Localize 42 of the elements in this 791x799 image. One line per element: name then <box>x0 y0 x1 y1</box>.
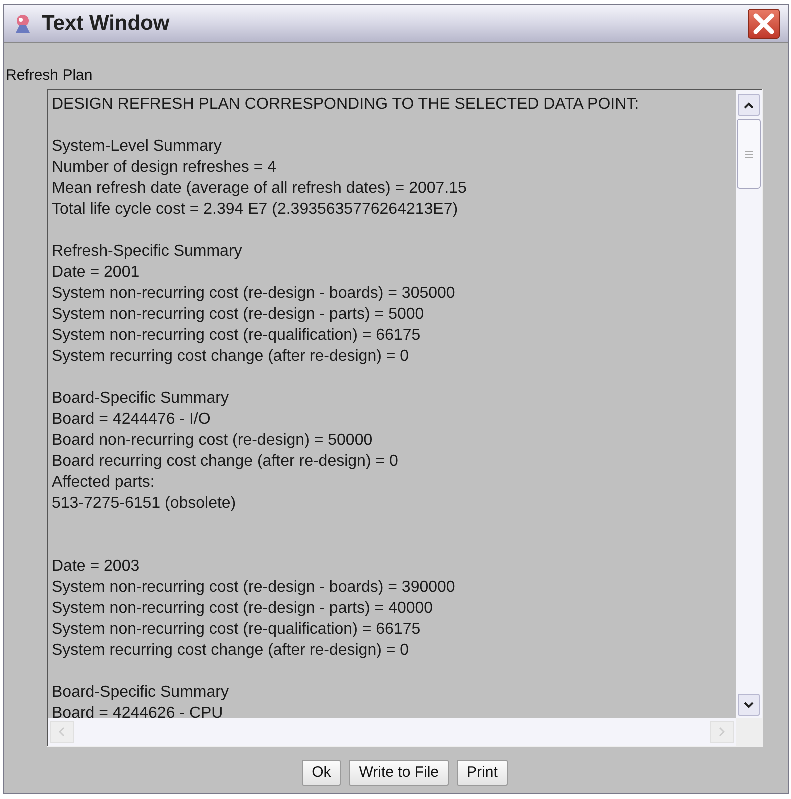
text-line: Refresh-Specific Summary <box>52 242 242 262</box>
horizontal-scrollbar[interactable] <box>48 718 736 746</box>
dialog-button[interactable]: Write to File <box>349 760 450 786</box>
chevron-right-icon <box>719 727 725 737</box>
vertical-scrollbar[interactable] <box>736 90 762 718</box>
text-line: System-Level Summary <box>52 137 222 157</box>
chevron-up-icon <box>744 102 754 108</box>
text-line: Date = 2003 <box>52 557 140 577</box>
text-line: Total life cycle cost = 2.394 E7 (2.3935635776264213E7) <box>52 200 458 220</box>
text-line: Date = 2001 <box>52 263 140 283</box>
text-line: Number of design refreshes = 4 <box>52 158 277 178</box>
close-button[interactable] <box>748 8 780 38</box>
text-line: Board non-recurring cost (re-design) = 50000 <box>52 431 373 451</box>
panel-label: Refresh Plan <box>5 67 94 85</box>
text-line: Board-Specific Summary <box>52 683 229 703</box>
scroll-up-button[interactable] <box>738 94 760 116</box>
scrollbar-corner <box>736 718 762 746</box>
text-line: Affected parts: <box>52 473 155 493</box>
text-line: Board = 4244626 - CPU <box>52 704 224 718</box>
grip-icon <box>745 150 753 158</box>
text-line: System non-recurring cost (re-qualification) = 66175 <box>52 620 421 640</box>
scroll-down-button[interactable] <box>738 694 760 716</box>
text-line: System non-recurring cost (re-design - boards) = 305000 <box>52 284 456 304</box>
text-line: 513-7275-6151 (obsolete) <box>52 494 236 514</box>
dialog-button[interactable]: Ok <box>302 760 342 786</box>
chevron-down-icon <box>744 702 754 708</box>
close-icon <box>753 12 775 34</box>
text-line: System recurring cost change (after re-design) = 0 <box>52 347 410 367</box>
scroll-thumb[interactable] <box>737 119 761 189</box>
text-line: DESIGN REFRESH PLAN CORRESPONDING TO THE SELECTED DATA POINT: <box>52 95 640 115</box>
text-line: Board recurring cost change (after re-design) = 0 <box>52 452 398 472</box>
text-line: Board = 4244476 - I/O <box>52 410 211 430</box>
text-line: System non-recurring cost (re-design - parts) = 40000 <box>52 599 434 619</box>
text-line: System non-recurring cost (re-design - boards) = 390000 <box>52 578 456 598</box>
text-line: System non-recurring cost (re-qualification) = 66175 <box>52 326 421 346</box>
text-line: Board-Specific Summary <box>52 389 229 409</box>
text-line: System non-recurring cost (re-design - parts) = 5000 <box>52 305 424 325</box>
chevron-left-icon <box>59 727 65 737</box>
dialog-button[interactable]: Print <box>457 760 508 786</box>
window-title: Text Window <box>42 10 171 37</box>
text-line: System recurring cost change (after re-design) = 0 <box>52 641 410 661</box>
text-line: Mean refresh date (average of all refresh dates) = 2007.15 <box>52 179 467 199</box>
